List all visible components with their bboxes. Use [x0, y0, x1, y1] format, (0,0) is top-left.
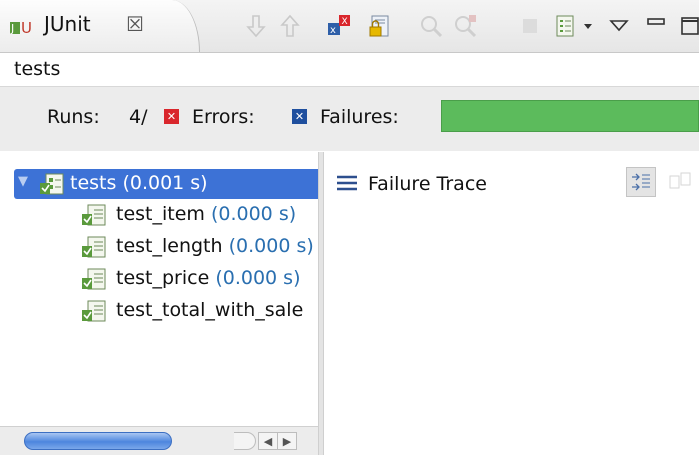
test-name: test_total_with_sale	[116, 299, 304, 321]
expand-triangle-icon[interactable]: ▼	[18, 174, 28, 189]
test-run-status: tests	[0, 53, 699, 87]
test-time: (0.000 s)	[210, 203, 297, 225]
stop-icon[interactable]	[517, 13, 543, 39]
failure-icon: ✕	[292, 109, 307, 124]
test-name: test_length	[116, 235, 223, 257]
runs-value: 4/	[129, 106, 148, 128]
runs-label: Runs:	[47, 106, 100, 128]
test-ok-icon	[82, 268, 106, 290]
view-menu-icon[interactable]	[606, 13, 632, 39]
minimize-icon[interactable]	[643, 13, 669, 39]
compare-result-icon[interactable]	[668, 170, 692, 198]
filter-stack-trace-icon[interactable]	[626, 167, 656, 197]
view-toolbar: J U JUnit ☒ x X	[0, 0, 699, 53]
show-failures-only-icon[interactable]: x X	[326, 13, 352, 39]
stack-trace-icon	[336, 174, 358, 196]
counter-panel: Runs: 4/ ✕ Errors: ✕ Failures:	[0, 87, 699, 151]
tree-root-name: tests	[70, 172, 117, 194]
failure-trace-pane: Failure Trace	[324, 152, 699, 455]
maximize-icon[interactable]	[677, 13, 699, 39]
tree-root-time: (0.001 s)	[122, 172, 208, 194]
test-name: test_price	[116, 267, 210, 289]
tab-title: JUnit	[44, 12, 91, 36]
svg-text:X: X	[342, 17, 348, 27]
status-text: tests	[14, 58, 61, 80]
scrollbar-track-end	[234, 432, 256, 450]
close-icon[interactable]: ☒	[126, 12, 144, 36]
junit-icon: J U	[9, 16, 39, 38]
error-icon: ✕	[164, 109, 179, 124]
scrollbar-thumb[interactable]	[24, 432, 172, 450]
results-area: ▼ tests (0.001 s) test_item (0.000 s) te…	[0, 152, 699, 455]
scroll-left-arrow-icon[interactable]: ◀	[258, 432, 278, 450]
previous-failure-icon[interactable]	[277, 13, 303, 39]
rerun-test-icon[interactable]	[418, 13, 444, 39]
test-tree[interactable]: ▼ tests (0.001 s) test_item (0.000 s) te…	[0, 152, 318, 455]
scroll-right-arrow-icon[interactable]: ▶	[277, 432, 297, 450]
progress-bar	[441, 100, 699, 132]
test-ok-icon	[82, 236, 106, 258]
failures-label: Failures:	[320, 106, 399, 128]
tree-horizontal-scrollbar[interactable]: ◀ ▶	[0, 426, 318, 455]
test-ok-icon	[82, 300, 106, 322]
test-time: (0.000 s)	[228, 235, 314, 257]
scroll-lock-icon[interactable]	[367, 13, 393, 39]
test-name: test_item	[116, 203, 205, 225]
failure-trace-header: Failure Trace	[324, 164, 699, 204]
svg-text:U: U	[21, 19, 32, 37]
history-dropdown-icon[interactable]	[582, 13, 594, 39]
test-suite-ok-icon	[40, 173, 64, 195]
svg-text:x: x	[330, 25, 336, 36]
svg-text:J: J	[10, 22, 14, 35]
rerun-failed-first-icon[interactable]	[452, 13, 478, 39]
test-time: (0.000 s)	[215, 267, 301, 289]
test-ok-icon	[82, 204, 106, 226]
junit-view-tab[interactable]: J U JUnit ☒	[0, 0, 200, 52]
tree-root-item[interactable]: ▼ tests (0.001 s)	[14, 169, 318, 199]
test-run-history-icon[interactable]	[553, 13, 579, 39]
next-failure-icon[interactable]	[243, 13, 269, 39]
errors-label: Errors:	[192, 106, 255, 128]
failure-trace-title: Failure Trace	[368, 173, 487, 195]
